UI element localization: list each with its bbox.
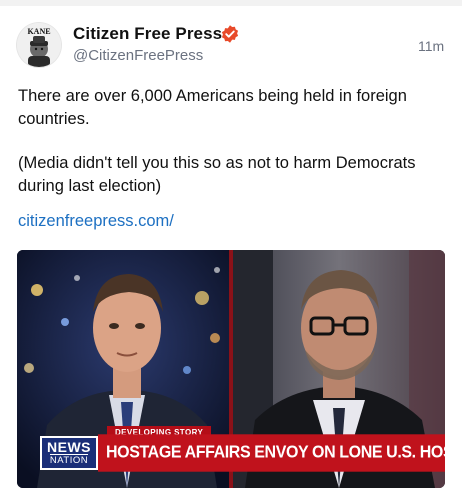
network-logo: NEWS NATION: [40, 436, 98, 470]
author-avatar[interactable]: KANE: [17, 23, 61, 67]
post-timestamp[interactable]: 11m: [418, 38, 444, 54]
verified-icon: [221, 25, 239, 43]
chyron-headline: HOSTAGE AFFAIRS ENVOY ON LONE U.S. HOSTA…: [98, 434, 445, 472]
lower-third-banner: NEWS NATION HOSTAGE AFFAIRS ENVOY ON LON…: [40, 434, 445, 472]
post-link[interactable]: citizenfreepress.com/: [18, 212, 174, 231]
network-logo-line1: NEWS: [47, 438, 91, 455]
post-text-paragraph-2: (Media didn't tell you this so as not to…: [18, 154, 416, 195]
post-text-paragraph-1: There are over 6,000 Americans being hel…: [18, 87, 407, 128]
author-name[interactable]: Citizen Free Press: [73, 24, 222, 44]
network-logo-line2: NATION: [49, 453, 89, 466]
post-video[interactable]: DEVELOPING STORY NEWS NATION HOSTAGE AFF…: [17, 250, 445, 488]
author-handle[interactable]: @CitizenFreePress: [73, 47, 203, 64]
top-divider: [0, 0, 462, 6]
avatar-image: KANE: [17, 23, 61, 67]
avatar-lettering: KANE: [27, 27, 50, 36]
post-text: There are over 6,000 Americans being hel…: [18, 85, 448, 197]
